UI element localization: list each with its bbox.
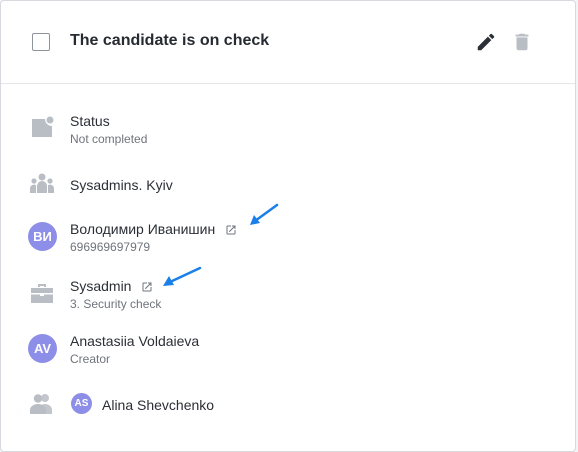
assignee-avatar: AS (71, 393, 92, 414)
candidate-row: ВИ Володимир Иванишин 696969697979 (1, 221, 575, 261)
status-value: Not completed (70, 132, 148, 146)
briefcase-icon (31, 284, 53, 303)
candidate-link[interactable]: Володимир Иванишин (70, 221, 237, 237)
people-icon (30, 394, 52, 414)
annotation-arrow (250, 203, 279, 225)
candidate-phone: 696969697979 (70, 240, 151, 254)
task-complete-checkbox[interactable] (32, 33, 50, 51)
edit-button[interactable] (475, 31, 497, 53)
status-icon (32, 116, 54, 137)
vacancy-stage: 3. Security check (70, 297, 162, 311)
candidate-avatar: ВИ (28, 222, 57, 251)
external-link-icon[interactable] (225, 224, 237, 236)
status-label: Status (70, 113, 110, 129)
candidate-name: Володимир Иванишин (70, 221, 216, 237)
vacancy-row: Sysadmin 3. Security check (1, 278, 575, 318)
vacancy-name: Sysadmin (70, 278, 132, 294)
external-link-icon[interactable] (141, 281, 153, 293)
annotation-arrow (163, 266, 202, 286)
delete-button[interactable] (511, 31, 533, 53)
status-row: Status Not completed (1, 113, 575, 153)
creator-name: Anastasiia Voldaieva (70, 333, 200, 349)
vacancy-link[interactable]: Sysadmin (70, 278, 153, 294)
assignee-name: Alina Shevchenko (102, 397, 215, 413)
creator-avatar: AV (28, 334, 57, 363)
department-row: Sysadmins. Kyiv (1, 171, 575, 211)
trash-icon (515, 33, 529, 51)
task-title: The candidate is on check (70, 32, 270, 49)
creator-row: AV Anastasiia Voldaieva Creator (1, 333, 575, 373)
assignee-row: AS Alina Shevchenko (1, 391, 575, 431)
group-icon (30, 173, 54, 193)
department-name: Sysadmins. Kyiv (70, 177, 173, 193)
creator-role: Creator (70, 352, 111, 366)
pencil-icon (477, 33, 495, 51)
task-header: The candidate is on check (1, 1, 575, 84)
task-card: The candidate is on check Status Not com… (0, 0, 576, 452)
